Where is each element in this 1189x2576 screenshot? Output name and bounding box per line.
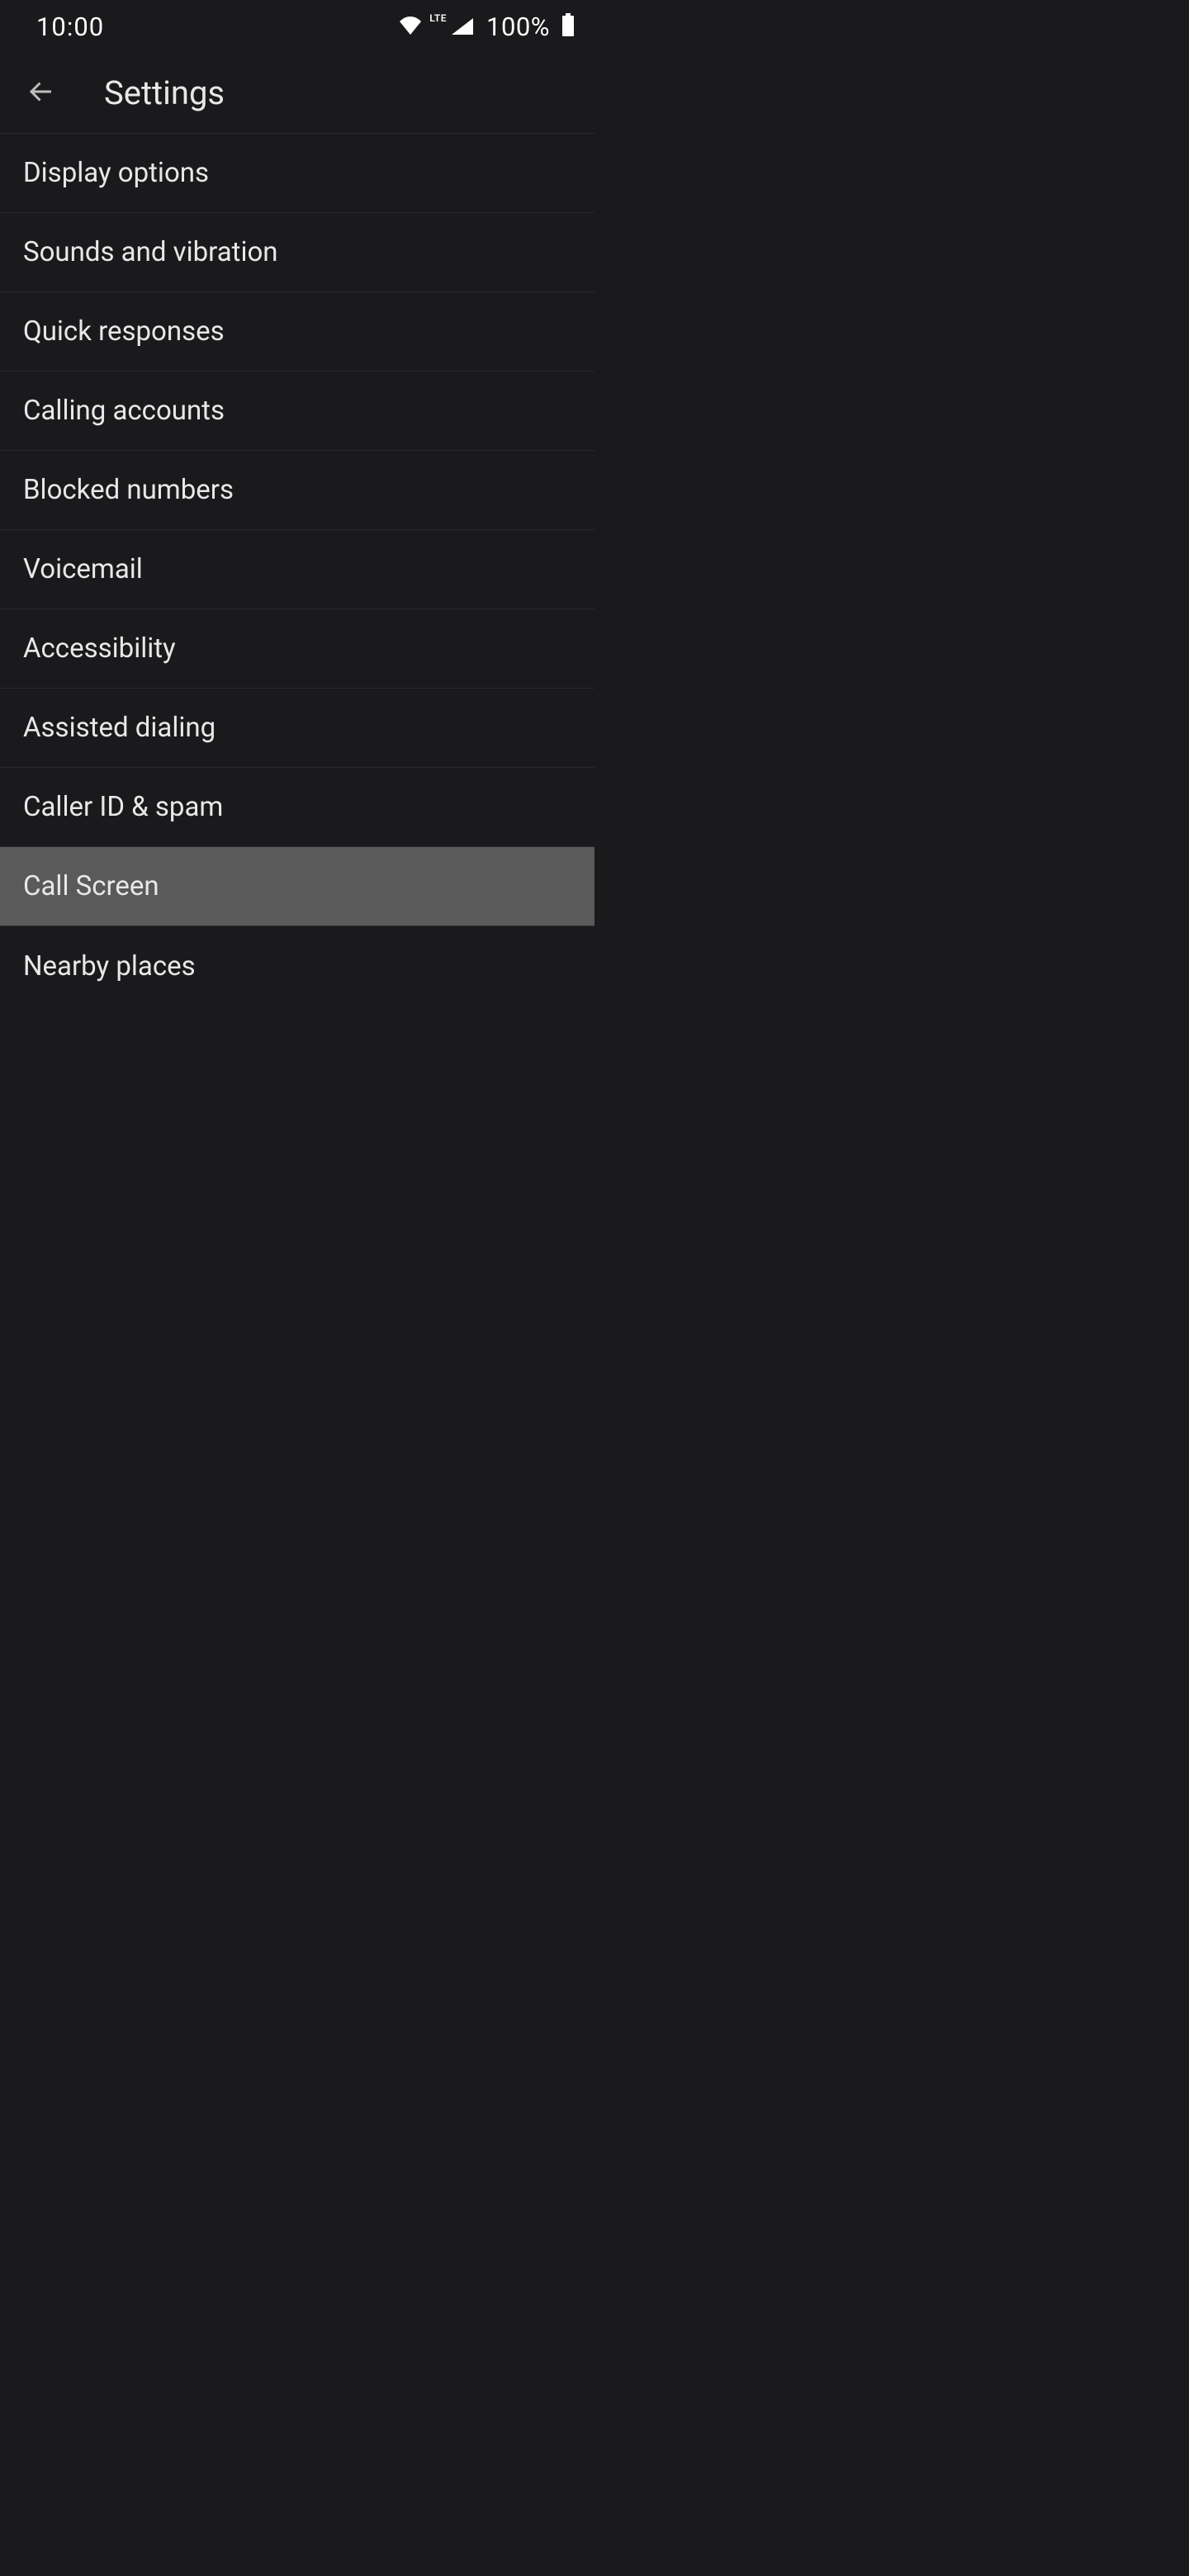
settings-item-caller-id-spam[interactable]: Caller ID & spam: [0, 768, 594, 847]
settings-item-nearby-places[interactable]: Nearby places: [0, 926, 594, 1006]
cellular-signal-icon: [450, 17, 475, 36]
settings-item-display-options[interactable]: Display options: [0, 134, 594, 213]
lte-label: LTE: [429, 12, 447, 24]
settings-item-accessibility[interactable]: Accessibility: [0, 609, 594, 689]
page-title: Settings: [104, 73, 225, 112]
empty-space: [0, 1006, 594, 1584]
app-bar: Settings: [0, 53, 594, 134]
status-time: 10:00: [36, 12, 104, 42]
battery-percent: 100%: [486, 12, 550, 42]
settings-item-label: Blocked numbers: [23, 474, 234, 506]
settings-item-label: Calling accounts: [23, 395, 225, 427]
settings-item-voicemail[interactable]: Voicemail: [0, 530, 594, 609]
settings-item-label: Assisted dialing: [23, 712, 216, 744]
settings-item-label: Voicemail: [23, 553, 143, 585]
settings-item-label: Quick responses: [23, 315, 225, 348]
settings-item-blocked-numbers[interactable]: Blocked numbers: [0, 451, 594, 530]
status-right: LTE 100%: [398, 12, 575, 42]
settings-item-label: Display options: [23, 157, 209, 189]
settings-item-label: Call Screen: [23, 870, 159, 902]
back-arrow-icon: [26, 77, 56, 109]
settings-item-label: Caller ID & spam: [23, 791, 223, 823]
settings-item-label: Nearby places: [23, 950, 196, 983]
wifi-icon: [398, 17, 423, 36]
settings-item-sounds-vibration[interactable]: Sounds and vibration: [0, 213, 594, 292]
settings-item-label: Sounds and vibration: [23, 236, 278, 268]
settings-item-label: Accessibility: [23, 632, 176, 665]
settings-item-calling-accounts[interactable]: Calling accounts: [0, 372, 594, 451]
battery-icon: [561, 13, 575, 40]
status-bar: 10:00 LTE 100%: [0, 0, 594, 53]
settings-item-assisted-dialing[interactable]: Assisted dialing: [0, 689, 594, 768]
settings-list: Display options Sounds and vibration Qui…: [0, 134, 594, 1006]
settings-item-call-screen[interactable]: Call Screen: [0, 847, 594, 926]
back-button[interactable]: [23, 75, 59, 111]
settings-item-quick-responses[interactable]: Quick responses: [0, 292, 594, 372]
